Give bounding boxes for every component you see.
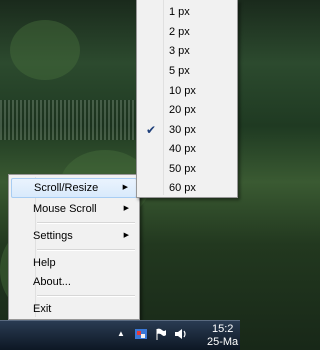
menu-item-about[interactable]: About... bbox=[11, 272, 137, 292]
menu-separator bbox=[37, 295, 135, 297]
context-menu: Scroll/Resize ▶ Mouse Scroll ▶ Settings … bbox=[8, 174, 140, 320]
submenu-item-30px[interactable]: ✔ 30 px bbox=[139, 121, 235, 140]
taskbar: ▲ 15:2 25-Ma bbox=[0, 320, 240, 350]
submenu-item-40px[interactable]: 40 px bbox=[139, 140, 235, 159]
menu-item-help[interactable]: Help bbox=[11, 253, 137, 273]
menu-separator bbox=[37, 222, 135, 224]
menu-item-label: Mouse Scroll bbox=[33, 203, 97, 215]
submenu-item-1px[interactable]: 1 px bbox=[139, 3, 235, 22]
flag-icon[interactable] bbox=[154, 327, 168, 341]
submenu-item-label: 5 px bbox=[169, 65, 190, 77]
menu-item-label: Help bbox=[33, 257, 56, 269]
submenu-item-label: 30 px bbox=[169, 124, 196, 136]
menu-separator bbox=[37, 249, 135, 251]
menu-item-label: Scroll/Resize bbox=[34, 182, 99, 194]
submenu-item-label: 40 px bbox=[169, 143, 196, 155]
submenu-item-label: 1 px bbox=[169, 6, 190, 18]
checkmark-icon: ✔ bbox=[146, 123, 157, 137]
submenu-item-60px[interactable]: 60 px bbox=[139, 179, 235, 198]
submenu-arrow-icon: ▶ bbox=[122, 184, 128, 191]
clock-date[interactable]: 25-Ma bbox=[207, 336, 238, 348]
volume-icon[interactable] bbox=[174, 327, 188, 341]
menu-item-label: Exit bbox=[33, 303, 52, 315]
submenu-item-label: 3 px bbox=[169, 45, 190, 57]
submenu-item-50px[interactable]: 50 px bbox=[139, 160, 235, 179]
submenu-item-label: 2 px bbox=[169, 26, 190, 38]
scroll-resize-submenu: 1 px 2 px 3 px 5 px 10 px 20 px ✔ 30 px … bbox=[136, 0, 238, 198]
menu-item-mouse-scroll[interactable]: Mouse Scroll ▶ bbox=[11, 199, 137, 219]
submenu-item-label: 60 px bbox=[169, 182, 196, 194]
submenu-item-10px[interactable]: 10 px bbox=[139, 82, 235, 101]
menu-item-label: Settings bbox=[33, 230, 73, 242]
submenu-item-label: 20 px bbox=[169, 104, 196, 116]
menu-item-settings[interactable]: Settings ▶ bbox=[11, 226, 137, 246]
submenu-item-label: 10 px bbox=[169, 85, 196, 97]
submenu-arrow-icon: ▶ bbox=[123, 232, 129, 239]
clock-time[interactable]: 15:2 bbox=[212, 323, 233, 335]
menu-item-scroll-resize[interactable]: Scroll/Resize ▶ bbox=[11, 178, 137, 198]
submenu-item-20px[interactable]: 20 px bbox=[139, 101, 235, 120]
submenu-item-5px[interactable]: 5 px bbox=[139, 62, 235, 81]
submenu-item-3px[interactable]: 3 px bbox=[139, 42, 235, 61]
submenu-arrow-icon: ▶ bbox=[123, 205, 129, 212]
menu-item-label: About... bbox=[33, 276, 71, 288]
submenu-item-2px[interactable]: 2 px bbox=[139, 23, 235, 42]
app-tray-icon[interactable] bbox=[134, 327, 148, 341]
show-hidden-icons-arrow-icon[interactable]: ▲ bbox=[114, 327, 128, 341]
menu-item-exit[interactable]: Exit bbox=[11, 299, 137, 319]
submenu-item-label: 50 px bbox=[169, 163, 196, 175]
